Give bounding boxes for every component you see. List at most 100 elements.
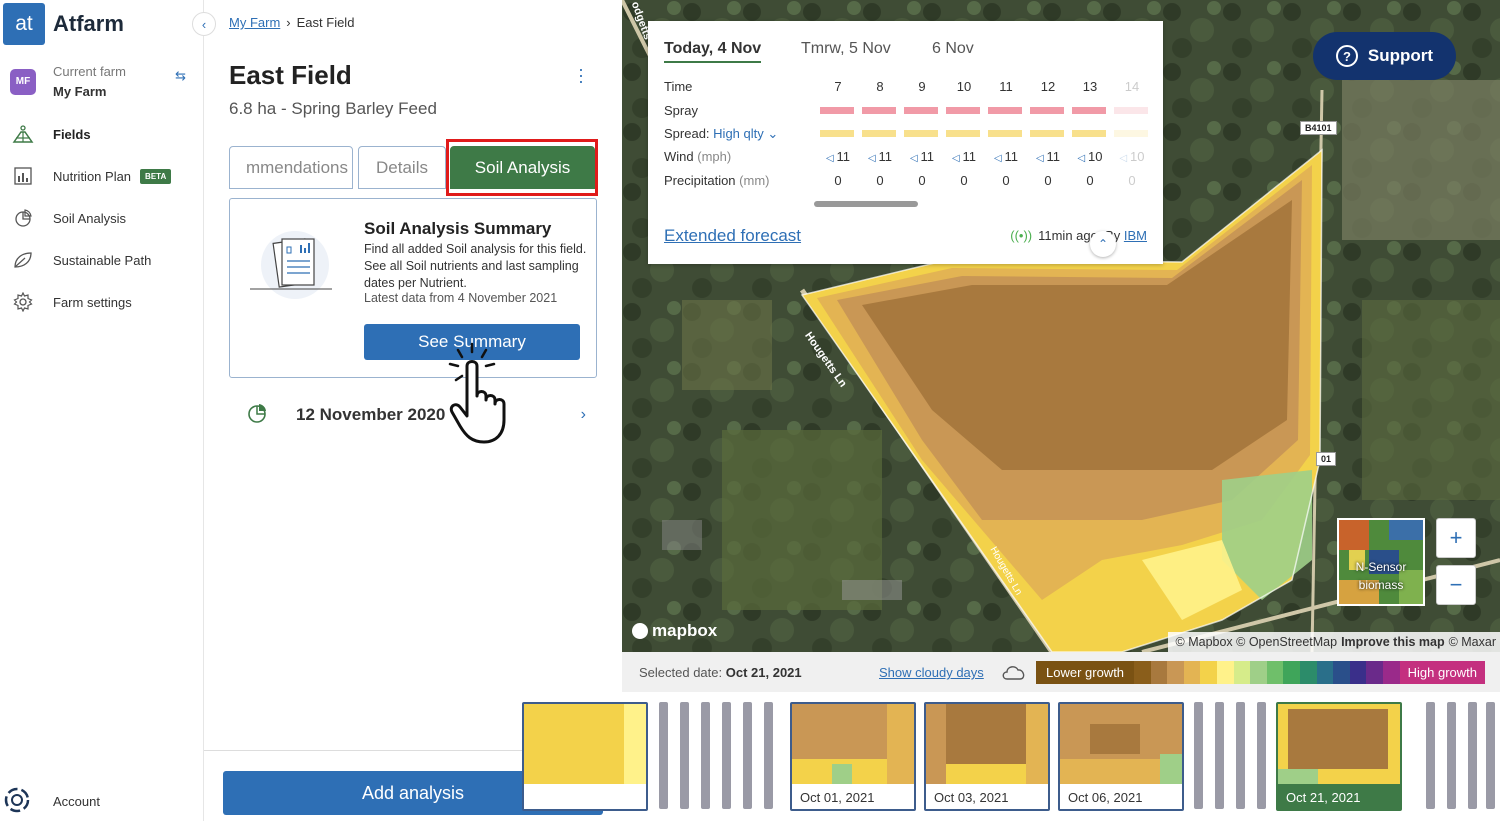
cloudy-day-marker[interactable] — [722, 702, 731, 809]
weather-label-precip: Precipitation (mm) — [664, 173, 770, 188]
spray-indicator — [862, 107, 896, 114]
improve-map-link[interactable]: Improve this map — [1341, 635, 1445, 649]
growth-legend: Lower growth High growth — [1036, 661, 1485, 684]
spread-quality-select[interactable]: High qlty ⌄ — [713, 126, 778, 141]
wind-value: ◁ 10 — [1070, 149, 1110, 164]
cloud-icon[interactable] — [1000, 662, 1028, 682]
cloudy-day-marker[interactable] — [764, 702, 773, 809]
cloudy-day-marker[interactable] — [1194, 702, 1203, 809]
precip-value: 0 — [834, 173, 842, 188]
cloudy-day-marker[interactable] — [1257, 702, 1266, 809]
weather-scrollbar[interactable] — [814, 201, 918, 207]
cloudy-day-marker[interactable] — [743, 702, 752, 809]
current-farm-selector[interactable]: MF Current farm My Farm ⇆ — [10, 64, 190, 99]
attribution-maxar: © Maxar — [1448, 635, 1496, 649]
timeline-thumbnail[interactable]: Oct 06, 2021 — [1058, 702, 1184, 811]
wind-value: ◁ 11 — [860, 149, 900, 164]
weather-label-time: Time — [664, 79, 693, 94]
wind-direction-icon: ◁ — [1077, 153, 1088, 164]
legend-higher: High growth — [1399, 661, 1485, 684]
weather-hour: 9 — [918, 79, 926, 94]
sidebar-item-sustainable-path[interactable]: Sustainable Path — [12, 248, 197, 272]
weather-tab-today[interactable]: Today, 4 Nov — [664, 40, 762, 63]
timeline-thumbnail[interactable]: Oct 03, 2021 — [924, 702, 1050, 811]
fields-icon — [12, 123, 34, 145]
collapse-sidebar-button[interactable]: ‹ — [192, 12, 216, 36]
field-detail-panel: ‹ My Farm › East Field East Field 6.8 ha -… — [192, 0, 622, 821]
analysis-date: 12 November 2020 — [296, 405, 446, 424]
weather-hour: 14 — [1124, 79, 1140, 94]
cloudy-day-marker[interactable] — [659, 702, 668, 809]
spread-indicator — [820, 130, 854, 137]
extended-forecast-link[interactable]: Extended forecast — [664, 226, 801, 246]
legend-lower: Lower growth — [1036, 661, 1135, 684]
spread-indicator — [1030, 130, 1064, 137]
show-cloudy-days-link[interactable]: Show cloudy days — [879, 665, 984, 680]
collapse-weather-button[interactable]: ⌃ — [1090, 231, 1116, 257]
cloudy-day-marker[interactable] — [1447, 702, 1456, 809]
weather-wind-text: Wind — [664, 149, 694, 164]
precip-value: 0 — [1044, 173, 1052, 188]
layer-name: N-Sensor biomass — [1355, 560, 1407, 592]
brand-logo[interactable]: at Atfarm — [3, 3, 124, 45]
brand-name: Atfarm — [53, 11, 124, 36]
wind-value: ◁ 11 — [902, 149, 942, 164]
zoom-in-button[interactable]: + — [1436, 518, 1476, 558]
timeline-header: Selected date: Oct 21, 2021 Show cloudy … — [622, 652, 1500, 692]
swap-farm-icon[interactable]: ⇆ — [175, 68, 186, 84]
map-view[interactable]: odgetts Hougetts Ln Hougetts Ln B4101 01… — [622, 0, 1500, 652]
tab-details[interactable]: Details — [358, 146, 446, 189]
timeline-thumbnail[interactable]: Oct 01, 2021 — [790, 702, 916, 811]
leaf-icon — [12, 249, 34, 271]
selected-date: Selected date: Oct 21, 2021 — [639, 665, 802, 680]
cloudy-day-marker[interactable] — [680, 702, 689, 809]
breadcrumb-separator: › — [286, 15, 291, 30]
ibm-link[interactable]: IBM — [1124, 228, 1147, 243]
spray-indicator — [946, 107, 980, 114]
spread-indicator — [1072, 130, 1106, 137]
support-button[interactable]: ? Support — [1313, 32, 1456, 80]
cloudy-day-marker[interactable] — [1236, 702, 1245, 809]
thumbnail-date: Oct 06, 2021 — [1068, 790, 1143, 805]
cloudy-day-marker[interactable] — [701, 702, 710, 809]
sidebar-item-label: Soil Analysis — [53, 210, 126, 226]
timeline-thumbnail-selected[interactable]: Oct 21, 2021 — [1276, 702, 1402, 811]
precip-value: 0 — [918, 173, 926, 188]
weather-tab-day-after[interactable]: 6 Nov — [932, 40, 974, 58]
spray-indicator — [904, 107, 938, 114]
spread-quality-value: High qlty — [713, 126, 764, 141]
sidebar-item-farm-settings[interactable]: Farm settings — [12, 290, 197, 314]
cloudy-day-marker[interactable] — [1468, 702, 1477, 809]
sidebar-item-label: Sustainable Path — [53, 252, 152, 268]
thumbnail-image — [1060, 704, 1182, 784]
weather-wind-unit: (mph) — [697, 149, 732, 164]
zoom-out-button[interactable]: − — [1436, 565, 1476, 605]
more-options-icon[interactable]: · · · — [578, 60, 584, 90]
layer-switcher-thumbnail[interactable]: N-Sensor biomass — [1337, 518, 1425, 606]
wind-speed: 11 — [878, 149, 892, 164]
summary-title: Soil Analysis Summary — [364, 219, 552, 238]
tab-recommendations[interactable]: mmendations — [229, 146, 353, 189]
weather-tab-tomorrow[interactable]: Tmrw, 5 Nov — [801, 40, 891, 58]
sidebar-item-soil-analysis[interactable]: Soil Analysis — [12, 206, 197, 230]
timeline-thumbnail-partial[interactable] — [522, 702, 648, 811]
breadcrumb-my-farm[interactable]: My Farm — [229, 15, 280, 30]
wind-speed: 11 — [962, 149, 976, 164]
precip-value: 0 — [1128, 173, 1136, 188]
sidebar-item-account[interactable]: Account — [3, 786, 100, 817]
weather-hour: 13 — [1082, 79, 1098, 94]
cloudy-day-marker[interactable] — [1486, 702, 1495, 809]
cloudy-day-marker[interactable] — [1215, 702, 1224, 809]
weather-hour: 8 — [876, 79, 884, 94]
wind-speed: 11 — [1046, 149, 1060, 164]
weather-hour: 12 — [1040, 79, 1056, 94]
sidebar-item-label: Nutrition Plan — [53, 168, 132, 184]
analysis-list-item[interactable]: 12 November 2020 › — [246, 398, 586, 432]
weather-precip-unit: (mm) — [739, 173, 770, 188]
weather-hour: 7 — [834, 79, 842, 94]
cloudy-day-marker[interactable] — [1426, 702, 1435, 809]
thumbnail-date: Oct 03, 2021 — [934, 790, 1009, 805]
sidebar-item-nutrition-plan[interactable]: Nutrition Plan BETA — [12, 164, 197, 188]
support-label: Support — [1367, 46, 1434, 65]
sidebar-item-fields[interactable]: Fields — [12, 122, 197, 146]
